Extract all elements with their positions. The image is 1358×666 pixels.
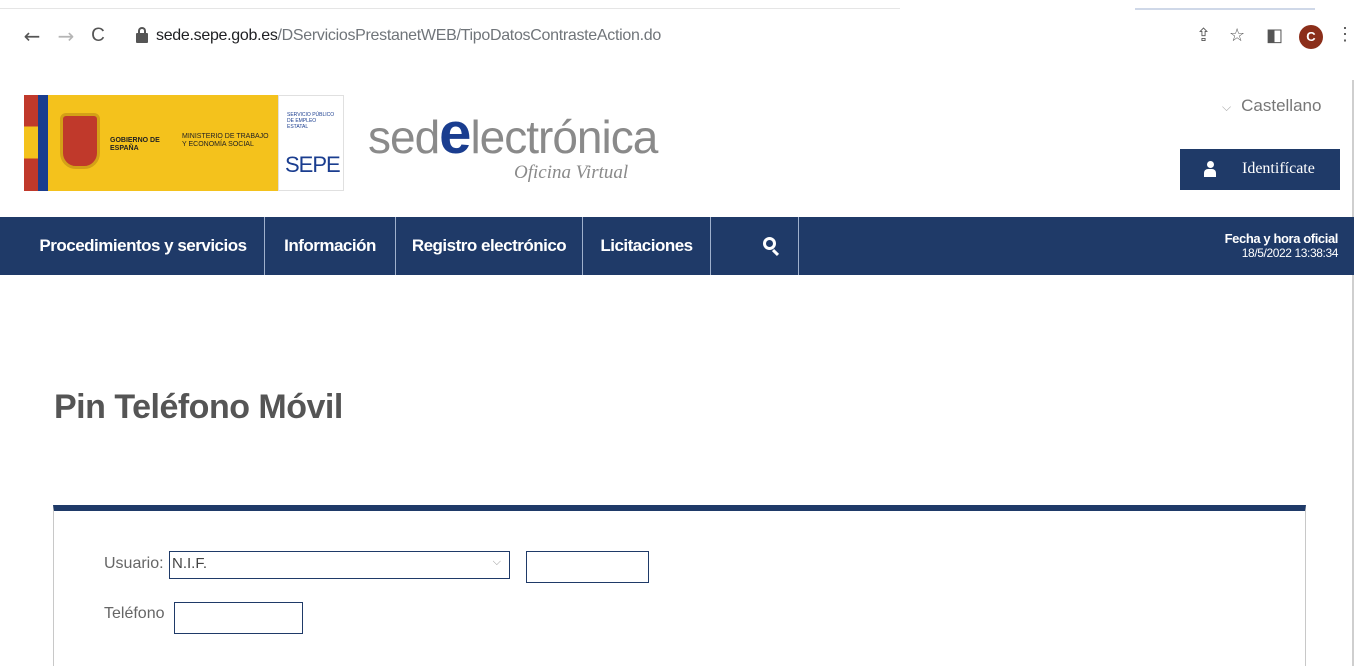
- gobierno-text: GOBIERNO DE ESPAÑA: [110, 137, 160, 152]
- user-icon: [1204, 161, 1216, 177]
- back-arrow-icon[interactable]: ←: [20, 24, 44, 48]
- side-panel-icon[interactable]: ◧: [1266, 26, 1283, 46]
- sepe-subtext: SERVICIO PÚBLICO DE EMPLEO ESTATAL: [287, 112, 335, 130]
- nav-divider: [798, 217, 799, 275]
- browser-menu-icon[interactable]: ⋮: [1336, 24, 1354, 45]
- telefono-input[interactable]: [174, 602, 303, 634]
- sepe-wordmark: SEPE: [285, 152, 341, 177]
- nav-item-informacion[interactable]: Información: [265, 217, 395, 275]
- datetime-value: 18/5/2022 13:38:34: [1241, 246, 1339, 260]
- language-selector[interactable]: ⌵ Castellano: [1222, 96, 1321, 116]
- sede-wordmark: sedelectrónica: [368, 101, 658, 166]
- tab-strip-line: [0, 8, 900, 9]
- sepe-logo[interactable]: SERVICIO PÚBLICO DE EMPLEO ESTATAL SEPE: [278, 95, 344, 191]
- url-host: sede.sepe.gob.es: [156, 27, 278, 44]
- url-text[interactable]: sede.sepe.gob.es/DServiciosPrestanetWEB/…: [156, 27, 661, 45]
- pin-form-card: Usuario: N.I.F. ⌵ Teléfono: [53, 505, 1306, 666]
- coat-of-arms-icon: [60, 113, 100, 169]
- chevron-down-icon: ⌵: [492, 556, 501, 568]
- search-icon[interactable]: [763, 237, 781, 257]
- gobierno-ministerio-logo[interactable]: GOBIERNO DE ESPAÑA MINISTERIO DE TRABAJO…: [24, 95, 278, 191]
- url-path: /DServiciosPrestanetWEB/TipoDatosContras…: [277, 27, 662, 44]
- forward-arrow-icon[interactable]: →: [54, 24, 78, 48]
- usuario-document-input[interactable]: [526, 551, 649, 583]
- ministerio-text: MINISTERIO DE TRABAJO Y ECONOMÍA SOCIAL: [182, 133, 269, 148]
- flag-stripe: [24, 95, 38, 191]
- nav-left-strip: [0, 217, 22, 275]
- nav-item-procedimientos[interactable]: Procedimientos y servicios: [22, 217, 264, 275]
- profile-avatar[interactable]: C: [1299, 25, 1323, 49]
- main-navigation: Procedimientos y servicios Información R…: [22, 217, 1354, 275]
- identify-label: Identifícate: [1242, 160, 1315, 177]
- usuario-type-value: N.I.F.: [172, 555, 208, 572]
- bookmark-star-icon[interactable]: ☆: [1229, 26, 1245, 46]
- nav-divider: [710, 217, 711, 275]
- chevron-down-icon: ⌵: [1222, 100, 1232, 114]
- eu-stripe: [38, 95, 48, 191]
- identify-button[interactable]: Identifícate: [1180, 149, 1340, 190]
- active-tab-indicator: [1135, 8, 1315, 10]
- nav-item-licitaciones[interactable]: Licitaciones: [583, 217, 710, 275]
- lock-icon[interactable]: [136, 27, 148, 43]
- share-icon[interactable]: ⇪: [1196, 26, 1211, 46]
- page-scroll-edge: [1352, 80, 1354, 666]
- page-title: Pin Teléfono Móvil: [54, 388, 343, 426]
- address-bar[interactable]: sede.sepe.gob.es/DServiciosPrestanetWEB/…: [122, 18, 1352, 54]
- usuario-label: Usuario:: [104, 555, 164, 572]
- reload-icon[interactable]: C: [86, 24, 110, 48]
- language-label: Castellano: [1241, 96, 1322, 115]
- datetime-label: Fecha y hora oficial: [1224, 231, 1339, 246]
- telefono-label: Teléfono: [104, 605, 165, 622]
- official-datetime: Fecha y hora oficial 18/5/2022 13:38:34: [1224, 231, 1339, 261]
- nav-item-registro[interactable]: Registro electrónico: [396, 217, 582, 275]
- oficina-virtual-text: Oficina Virtual: [514, 162, 629, 183]
- browser-toolbar: ← → C sede.sepe.gob.es/DServiciosPrestan…: [0, 0, 1358, 80]
- usuario-type-select[interactable]: N.I.F. ⌵: [169, 551, 510, 579]
